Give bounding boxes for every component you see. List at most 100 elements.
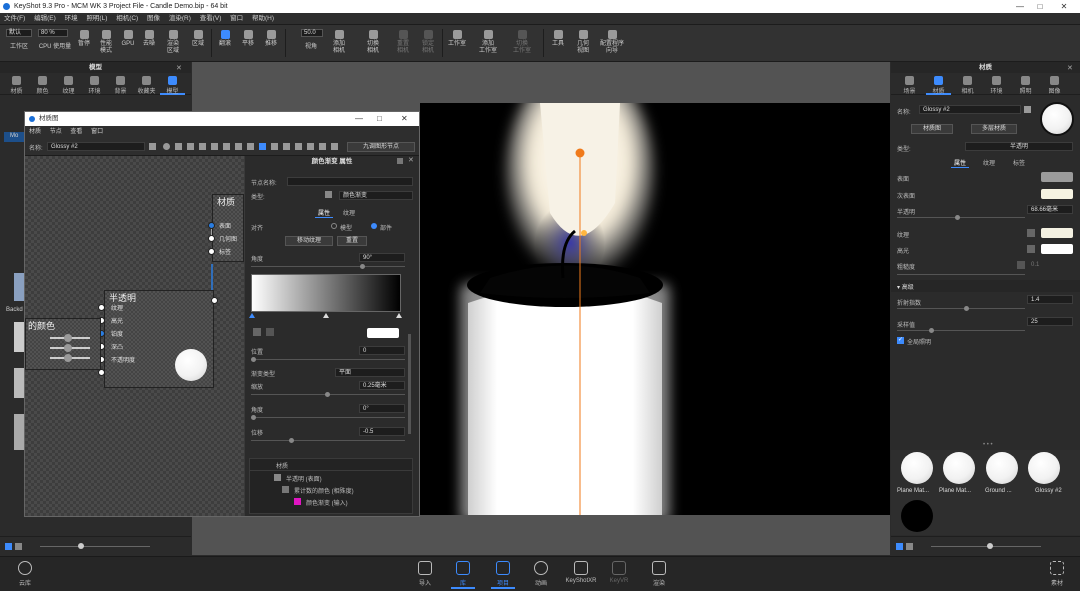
undock-icon[interactable] <box>397 158 403 164</box>
roughness-slider[interactable] <box>897 274 1025 275</box>
node-icon[interactable] <box>223 143 230 150</box>
tools-button[interactable]: 工具 <box>548 27 568 60</box>
node-port[interactable] <box>98 304 105 311</box>
node-icon[interactable] <box>211 143 218 150</box>
texture-map-icon[interactable] <box>1027 229 1035 237</box>
tab-properties[interactable]: 属性 <box>315 208 334 218</box>
ramp-texture-icon[interactable] <box>253 328 261 336</box>
workspace-select[interactable]: 默认 <box>6 29 32 37</box>
thumbnail-size-knob[interactable] <box>987 543 993 549</box>
save-material-icon[interactable] <box>1024 106 1031 113</box>
switch-studio-button[interactable]: 切换 工作室 <box>508 27 536 60</box>
node-slider-knob[interactable] <box>64 344 72 352</box>
tab-backplates[interactable]: 背景 <box>108 75 133 95</box>
region-button[interactable]: 区域 <box>188 27 208 60</box>
material-name-input[interactable]: Glossy #2 <box>919 105 1021 114</box>
tree-item[interactable]: 半透明 (表面) <box>286 474 322 483</box>
thumbnail-size-slider[interactable] <box>40 546 150 547</box>
align-model-radio[interactable] <box>331 223 337 229</box>
offset-input[interactable]: -0.5 <box>359 427 405 436</box>
material-type-select[interactable]: 半透明 <box>965 142 1073 151</box>
material-name-input[interactable]: Glossy #2 <box>47 142 145 151</box>
model-tree-item[interactable]: Mo <box>4 132 24 142</box>
samples-input[interactable]: 25 <box>1027 317 1073 326</box>
node-graph-canvas[interactable]: 材质 表面 几何图 标签 半透明 纹理 高光 铂度 深凸 不透明度 的颜色 <box>25 156 244 516</box>
ior-input[interactable]: 1.4 <box>1027 295 1073 304</box>
project-button[interactable]: 项目 <box>488 560 518 589</box>
tree-item[interactable]: 颜色渐变 (输入) <box>306 498 348 507</box>
save-icon[interactable] <box>149 143 156 150</box>
scale-slider-knob[interactable] <box>325 392 330 397</box>
node-icon[interactable] <box>331 143 338 150</box>
node-port[interactable] <box>208 222 215 229</box>
menu-node[interactable]: 节点 <box>50 129 62 135</box>
type-select[interactable]: 颜色渐变 <box>339 191 413 200</box>
menu-lighting[interactable]: 照明(L) <box>86 15 107 22</box>
angle2-slider[interactable] <box>251 417 405 418</box>
node-slider-knob[interactable] <box>64 354 72 362</box>
menu-edit[interactable]: 编辑(E) <box>34 15 56 22</box>
render-region-button[interactable]: 渲染 区域 <box>162 27 184 60</box>
node-port[interactable] <box>208 235 215 242</box>
splitter-handle-icon[interactable]: • • • <box>983 442 993 448</box>
color-ramp-gradient[interactable] <box>251 274 401 312</box>
tab-properties[interactable]: 属性 <box>951 158 970 168</box>
render-button[interactable]: 渲染 <box>644 560 674 587</box>
close-icon[interactable]: ✕ <box>408 156 414 164</box>
menu-view[interactable]: 查看(V) <box>200 15 222 22</box>
menu-file[interactable]: 文件(F) <box>4 15 25 22</box>
minimize-button[interactable]: — <box>1012 0 1028 13</box>
animation-button[interactable]: 动画 <box>526 560 556 587</box>
align-part-radio[interactable] <box>371 223 377 229</box>
translucency-slider[interactable] <box>897 217 1025 218</box>
menu-camera[interactable]: 相机(C) <box>116 15 138 22</box>
ramp-mid-marker[interactable] <box>323 313 329 318</box>
tab-environments[interactable]: 环境 <box>82 75 107 95</box>
node-icon[interactable] <box>187 143 194 150</box>
texture-color-swatch[interactable] <box>1041 228 1073 238</box>
tab-texture[interactable]: 纹理 <box>343 208 355 217</box>
samples-slider-knob[interactable] <box>929 328 934 333</box>
menu-view[interactable]: 查看 <box>70 129 82 135</box>
minimize-button[interactable]: — <box>355 112 363 126</box>
list-view-icon[interactable] <box>15 543 22 550</box>
node-icon[interactable] <box>259 143 266 150</box>
configurator-wizard-button[interactable]: 配置程序 向导 <box>596 27 628 60</box>
keyvr-button[interactable]: KeyVR <box>604 560 634 584</box>
scale-input[interactable]: 0.25毫米 <box>359 381 405 390</box>
translucency-slider-knob[interactable] <box>955 215 960 220</box>
angle-slider[interactable] <box>251 266 405 267</box>
node-port[interactable] <box>98 369 105 376</box>
tab-colors[interactable]: 颜色 <box>30 75 55 95</box>
node-icon[interactable] <box>235 143 242 150</box>
geometry-view-button[interactable]: 几何 视图 <box>572 27 594 60</box>
node-icon[interactable] <box>163 143 170 150</box>
reset-camera-button[interactable]: 重置 相机 <box>392 27 414 60</box>
pan-button[interactable]: 平移 <box>238 27 258 60</box>
tab-favorites[interactable]: 收藏夹 <box>134 75 159 95</box>
position-input[interactable]: 0 <box>359 346 405 355</box>
color-node[interactable]: 的颜色 <box>25 318 101 370</box>
ramp-stop-marker[interactable] <box>249 313 255 318</box>
thumbnail-size-knob[interactable] <box>78 543 84 549</box>
performance-mode-button[interactable]: 性能 模式 <box>96 27 116 60</box>
material-graph-button[interactable]: 材质图 <box>911 124 953 134</box>
menu-environment[interactable]: 环境 <box>65 15 78 22</box>
offset-slider-knob[interactable] <box>289 438 294 443</box>
thumbnail-size-slider[interactable] <box>931 546 1041 547</box>
advanced-section-header[interactable]: ▾ 高级 <box>891 280 1080 292</box>
maximize-button[interactable]: □ <box>1032 0 1048 13</box>
tab-textures[interactable]: 纹理 <box>983 158 995 167</box>
lock-camera-button[interactable]: 锁定 相机 <box>417 27 439 60</box>
node-icon[interactable] <box>175 143 182 150</box>
tab-textures[interactable]: 纹理 <box>56 75 81 95</box>
position-slider-knob[interactable] <box>251 357 256 362</box>
tab-scene[interactable]: 场景 <box>897 75 922 95</box>
add-studio-button[interactable]: 添加 工作室 <box>474 27 502 60</box>
angle2-input[interactable]: 0° <box>359 404 405 413</box>
angle-input[interactable]: 90° <box>359 253 405 262</box>
translucency-input[interactable]: 68.66毫米 <box>1027 205 1073 214</box>
denoise-button[interactable]: 去噪 <box>140 27 158 60</box>
render-canvas[interactable] <box>420 103 890 515</box>
material-thumb[interactable] <box>943 452 975 484</box>
